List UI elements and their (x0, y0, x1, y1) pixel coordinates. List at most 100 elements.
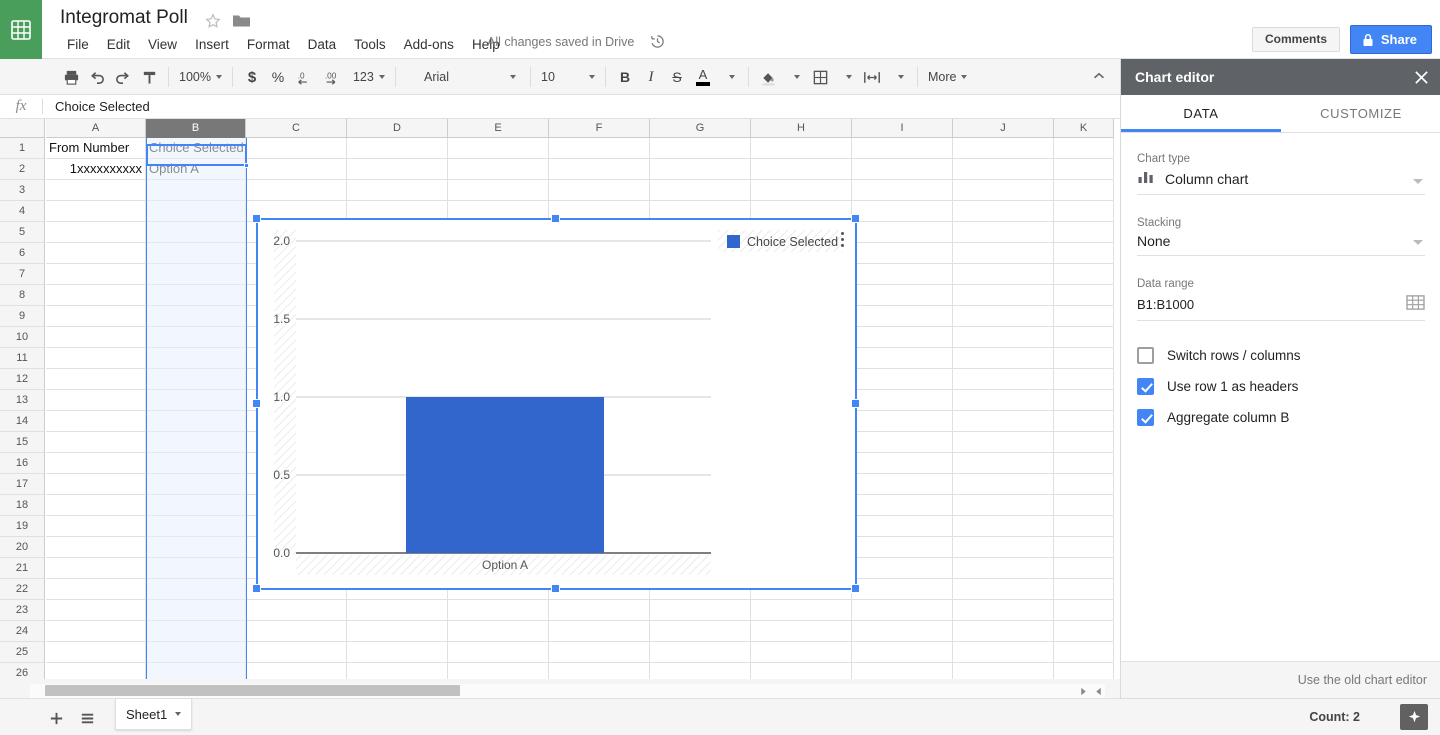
row-header-25[interactable]: 25 (0, 642, 45, 663)
cell-B8[interactable] (146, 285, 246, 306)
chart-resize-handle-tc[interactable] (551, 214, 560, 223)
chevron-down-icon[interactable] (175, 712, 181, 716)
switch-rows-columns-checkbox[interactable] (1137, 347, 1154, 364)
menu-item-view[interactable]: View (139, 35, 186, 54)
cell-K11[interactable] (1054, 348, 1114, 369)
text-color-button[interactable]: A (690, 64, 716, 90)
menu-item-format[interactable]: Format (238, 35, 299, 54)
cell-E25[interactable] (448, 642, 549, 663)
cell-C2[interactable] (246, 159, 347, 180)
sheets-logo[interactable] (0, 0, 42, 59)
cell-K25[interactable] (1054, 642, 1114, 663)
menu-item-insert[interactable]: Insert (186, 35, 238, 54)
cell-J6[interactable] (953, 243, 1054, 264)
cell-G26[interactable] (650, 663, 751, 679)
cell-G1[interactable] (650, 138, 751, 159)
folder-icon[interactable] (232, 13, 251, 29)
cell-J1[interactable] (953, 138, 1054, 159)
cell-A8[interactable] (46, 285, 146, 306)
chart-object[interactable]: 2.0 1.5 1.0 0.5 0.0 Option A Choice Sele… (256, 218, 856, 589)
paint-format-icon[interactable] (136, 64, 162, 90)
cell-H23[interactable] (751, 600, 852, 621)
row-header-6[interactable]: 6 (0, 243, 45, 264)
cell-B1[interactable]: Choice Selected (146, 138, 246, 159)
cell-B2[interactable]: Option A (146, 159, 246, 180)
cell-B16[interactable] (146, 453, 246, 474)
chart-type-field[interactable]: Chart type Column chart (1137, 153, 1425, 195)
cell-I4[interactable] (852, 201, 953, 222)
chart-overflow-menu-icon[interactable] (836, 225, 848, 253)
cell-J7[interactable] (953, 264, 1054, 285)
cell-D24[interactable] (347, 621, 448, 642)
cell-G24[interactable] (650, 621, 751, 642)
cell-I26[interactable] (852, 663, 953, 679)
old-chart-editor-link[interactable]: Use the old chart editor (1298, 673, 1427, 687)
row-header-7[interactable]: 7 (0, 264, 45, 285)
cell-K26[interactable] (1054, 663, 1114, 679)
column-header-c[interactable]: C (246, 119, 347, 138)
cell-I21[interactable] (852, 558, 953, 579)
checkbox-switch-rows-columns[interactable]: Switch rows / columns (1137, 347, 1425, 364)
cell-B18[interactable] (146, 495, 246, 516)
menu-item-data[interactable]: Data (299, 35, 346, 54)
cell-K9[interactable] (1054, 306, 1114, 327)
cell-I22[interactable] (852, 579, 953, 600)
cell-B5[interactable] (146, 222, 246, 243)
cell-H26[interactable] (751, 663, 852, 679)
bold-button[interactable]: B (612, 64, 638, 90)
cell-A26[interactable] (46, 663, 146, 679)
cell-C24[interactable] (246, 621, 347, 642)
font-size-selector[interactable]: 10 (537, 64, 599, 90)
undo-icon[interactable] (84, 64, 110, 90)
redo-icon[interactable] (110, 64, 136, 90)
cell-H3[interactable] (751, 180, 852, 201)
cell-J10[interactable] (953, 327, 1054, 348)
aggregate-column-b-checkbox[interactable] (1137, 409, 1154, 426)
cell-B26[interactable] (146, 663, 246, 679)
cell-K7[interactable] (1054, 264, 1114, 285)
cell-K16[interactable] (1054, 453, 1114, 474)
row-header-8[interactable]: 8 (0, 285, 45, 306)
row-header-9[interactable]: 9 (0, 306, 45, 327)
sheet-tab-sheet1[interactable]: Sheet1 (115, 699, 192, 730)
cell-J19[interactable] (953, 516, 1054, 537)
cell-I7[interactable] (852, 264, 953, 285)
cell-K15[interactable] (1054, 432, 1114, 453)
menu-item-file[interactable]: File (58, 35, 98, 54)
cell-J4[interactable] (953, 201, 1054, 222)
cell-A9[interactable] (46, 306, 146, 327)
cell-K22[interactable] (1054, 579, 1114, 600)
row-header-14[interactable]: 14 (0, 411, 45, 432)
cell-I15[interactable] (852, 432, 953, 453)
cell-E1[interactable] (448, 138, 549, 159)
data-range-field[interactable]: Data range B1:B1000 (1137, 278, 1425, 321)
cell-J22[interactable] (953, 579, 1054, 600)
cell-F3[interactable] (549, 180, 650, 201)
tab-data[interactable]: DATA (1121, 95, 1281, 132)
column-header-k[interactable]: K (1054, 119, 1114, 138)
row-header-15[interactable]: 15 (0, 432, 45, 453)
more-formats-selector[interactable]: 123 (349, 64, 389, 90)
cell-G3[interactable] (650, 180, 751, 201)
cell-A21[interactable] (46, 558, 146, 579)
cell-J11[interactable] (953, 348, 1054, 369)
cell-J14[interactable] (953, 411, 1054, 432)
cell-E24[interactable] (448, 621, 549, 642)
cell-K6[interactable] (1054, 243, 1114, 264)
cell-A5[interactable] (46, 222, 146, 243)
cell-J15[interactable] (953, 432, 1054, 453)
version-history-icon[interactable] (650, 34, 665, 49)
fill-color-icon[interactable] (755, 64, 781, 90)
cell-K23[interactable] (1054, 600, 1114, 621)
cell-J17[interactable] (953, 474, 1054, 495)
row-header-12[interactable]: 12 (0, 369, 45, 390)
cell-I6[interactable] (852, 243, 953, 264)
cell-A2[interactable]: 1xxxxxxxxxx (46, 159, 146, 180)
column-header-h[interactable]: H (751, 119, 852, 138)
cell-J13[interactable] (953, 390, 1054, 411)
select-all-corner[interactable] (0, 119, 45, 138)
cell-A16[interactable] (46, 453, 146, 474)
cell-A25[interactable] (46, 642, 146, 663)
cell-A18[interactable] (46, 495, 146, 516)
cell-B14[interactable] (146, 411, 246, 432)
